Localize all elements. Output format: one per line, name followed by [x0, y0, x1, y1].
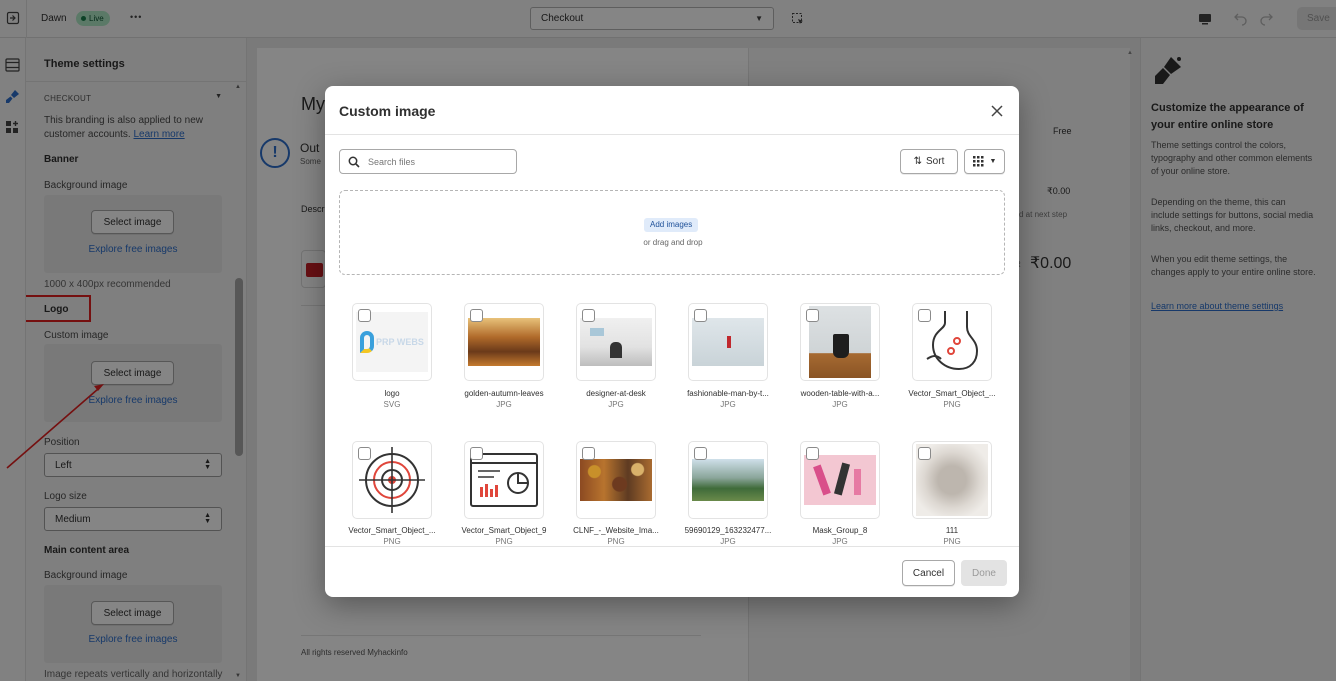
file-type: JPG	[720, 400, 736, 409]
close-icon[interactable]	[989, 103, 1005, 119]
modal-header-divider	[325, 134, 1019, 135]
file-name: logo	[384, 389, 400, 398]
file-checkbox[interactable]	[358, 309, 371, 322]
file-thumb-111[interactable]	[912, 441, 992, 519]
file-type: JPG	[720, 537, 736, 546]
file-thumb-autumn[interactable]	[464, 303, 544, 381]
spices-thumbnail	[580, 459, 652, 501]
file-checkbox[interactable]	[694, 309, 707, 322]
file-name: Mask_Group_8	[812, 526, 868, 535]
file-type: PNG	[943, 537, 961, 546]
file-type: PNG	[607, 537, 625, 546]
file-type: JPG	[608, 400, 624, 409]
file-name: golden-autumn-leaves	[464, 389, 544, 398]
logo-p-icon	[360, 331, 374, 353]
file-checkbox[interactable]	[582, 309, 595, 322]
search-input[interactable]: Search files	[339, 149, 517, 174]
file-name: wooden-table-with-a...	[800, 389, 880, 398]
file-thumb-wooden-table[interactable]	[800, 303, 880, 381]
file-checkbox[interactable]	[806, 447, 819, 460]
done-button[interactable]: Done	[961, 560, 1007, 586]
file-type: JPG	[496, 400, 512, 409]
file-type: PNG	[943, 400, 961, 409]
file-type: SVG	[383, 400, 401, 409]
file-thumb-vector-9[interactable]	[464, 441, 544, 519]
modal-footer-divider	[325, 546, 1019, 547]
search-icon	[348, 156, 360, 168]
modal-title: Custom image	[339, 103, 436, 119]
file-name: 59690129_163232477...	[684, 526, 772, 535]
logo-thumb-text: PRP WEBS	[376, 337, 424, 347]
file-checkbox[interactable]	[918, 309, 931, 322]
file-thumb-mask-group[interactable]	[800, 441, 880, 519]
file-checkbox[interactable]	[694, 447, 707, 460]
file-name: designer-at-desk	[586, 389, 646, 398]
file-checkbox[interactable]	[918, 447, 931, 460]
file-name: Vector_Smart_Object_9	[461, 526, 547, 535]
file-thumb-fashionable[interactable]	[688, 303, 768, 381]
file-thumb-clnf[interactable]	[576, 441, 656, 519]
file-checkbox[interactable]	[470, 447, 483, 460]
file-name: Vector_Smart_Object_...	[908, 389, 996, 398]
file-thumb-vector-2[interactable]	[352, 441, 432, 519]
file-checkbox[interactable]	[806, 309, 819, 322]
search-placeholder: Search files	[368, 157, 416, 167]
file-thumb-designer[interactable]	[576, 303, 656, 381]
file-type: JPG	[832, 400, 848, 409]
autumn-thumbnail	[468, 318, 540, 366]
fashionable-thumbnail	[692, 318, 764, 366]
caret-down-icon: ▼	[989, 158, 997, 165]
file-name: 111	[945, 526, 959, 535]
file-checkbox[interactable]	[470, 309, 483, 322]
landscape-thumbnail	[692, 459, 764, 501]
file-thumb-logo[interactable]: PRP WEBS	[352, 303, 432, 381]
file-type: JPG	[832, 537, 848, 546]
file-type: PNG	[495, 537, 513, 546]
designer-thumbnail	[580, 318, 652, 366]
drop-zone[interactable]: Add images or drag and drop	[339, 190, 1005, 275]
cancel-button[interactable]: Cancel	[902, 560, 955, 586]
file-name: Vector_Smart_Object_...	[348, 526, 436, 535]
sort-label: Sort	[926, 156, 945, 167]
file-name: CLNF_-_Website_Ima...	[573, 526, 659, 535]
grid-icon	[972, 156, 984, 167]
cosmetics-thumbnail	[804, 455, 876, 505]
drag-drop-hint: or drag and drop	[643, 238, 703, 247]
file-thumb-vector-1[interactable]	[912, 303, 992, 381]
sort-icon: ⇅	[913, 156, 923, 167]
custom-image-modal: Custom image Search files ⇅ Sort ▼ Add i…	[325, 86, 1019, 597]
file-type: PNG	[383, 537, 401, 546]
file-checkbox[interactable]	[582, 447, 595, 460]
file-name: fashionable-man-by-t...	[687, 389, 769, 398]
add-images-button[interactable]: Add images	[644, 218, 699, 232]
file-grid: PRP WEBS logo SVG golden-autumn-leaves J…	[325, 291, 1019, 546]
file-checkbox[interactable]	[358, 447, 371, 460]
view-toggle-button[interactable]: ▼	[964, 149, 1005, 174]
file-thumb-landscape[interactable]	[688, 441, 768, 519]
sort-button[interactable]: ⇅ Sort	[900, 149, 958, 174]
